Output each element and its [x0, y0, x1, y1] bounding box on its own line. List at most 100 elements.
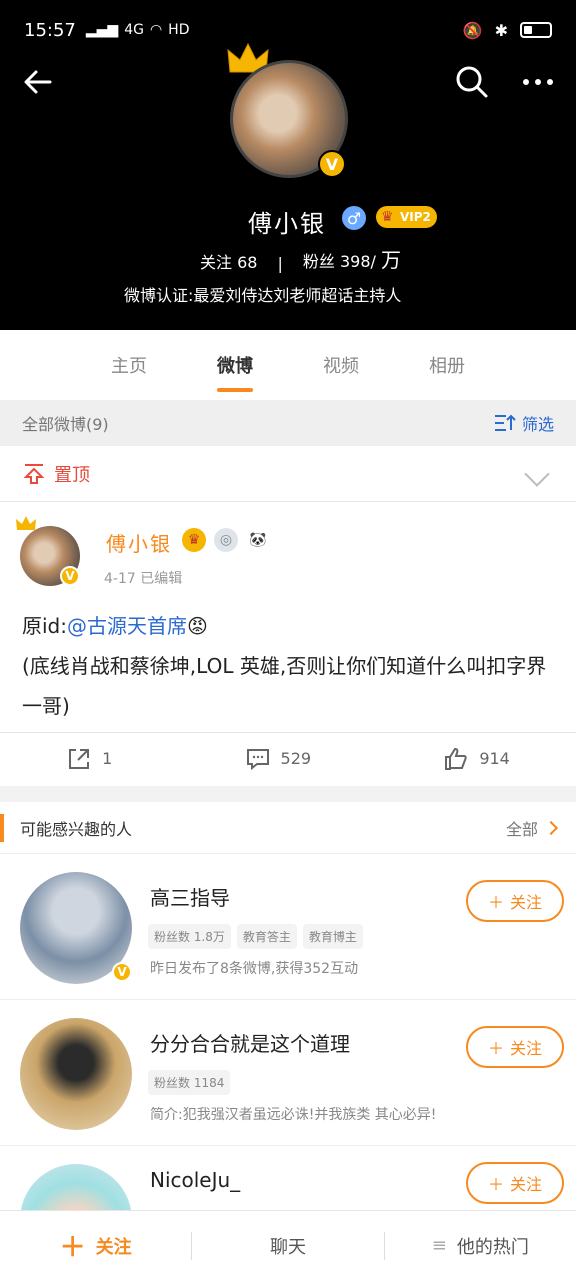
like-button[interactable]: 914 — [443, 746, 510, 772]
tab-video[interactable]: 视频 — [323, 352, 359, 378]
follow-main-button[interactable]: ＋ 关注 — [0, 1227, 191, 1264]
suggested-user[interactable]: NicoleJu_ ＋ 关注 — [0, 1146, 576, 1210]
user-name[interactable]: 高三指导 — [150, 882, 230, 911]
weibo-post: V 傅小银 ♛ ◎ 🐼 4-17 已编辑 原id:@古源天首席😡 (底线肖战和蔡… — [0, 502, 576, 786]
pinned-label: 置顶 — [54, 464, 90, 486]
suggested-user[interactable]: 分分合合就是这个道理 粉丝数 1184 简介:犯我强汉者虽远必诛!并我族类 其心… — [0, 1000, 576, 1146]
user-tags: 粉丝数 1184 — [148, 1070, 231, 1095]
suggested-user[interactable]: V 高三指导 粉丝数 1.8万 教育答主 教育博主 昨日发布了8条微博,获得35… — [0, 854, 576, 1000]
user-name[interactable]: 分分合合就是这个道理 — [150, 1028, 350, 1057]
post-content: 原id:@古源天首席😡 (底线肖战和蔡徐坤,LOL 英雄,否则让你们知道什么叫扣… — [22, 606, 558, 726]
mute-icon: 🔕 — [462, 20, 483, 40]
follow-button[interactable]: ＋ 关注 — [466, 1162, 564, 1204]
menu-lines-icon: ≡ — [431, 1235, 447, 1256]
chevron-right-icon — [543, 820, 559, 835]
user-desc: 昨日发布了8条微博,获得352互动 — [150, 961, 359, 977]
filter-button[interactable]: 筛选 — [494, 411, 554, 435]
status-right-icons: 🔕 ✱ — [463, 21, 552, 40]
fans-stat[interactable]: 粉丝 398/ 万 — [303, 244, 401, 273]
tab-weibo[interactable]: 微博 — [217, 352, 253, 392]
all-weibo-count: 全部微博(9) — [22, 415, 109, 434]
status-time: 15:57 — [24, 19, 76, 41]
angry-emoji-icon: 😡 — [187, 614, 208, 638]
pinned-row[interactable]: 置顶 — [0, 446, 576, 502]
status-bar: 15:57 ▂▄▆ 4G ◠ HD 🔕 ✱ — [24, 18, 552, 42]
filter-bar: 全部微博(9) 筛选 — [0, 400, 576, 446]
comment-count: 529 — [280, 749, 312, 768]
follow-main-label: 关注 — [95, 1236, 132, 1258]
post-text: (底线肖战和蔡徐坤,LOL 英雄,否则让你们知道什么叫扣字界一哥) — [22, 654, 547, 718]
plus-icon: ＋ — [487, 893, 504, 912]
like-count: 914 — [479, 749, 510, 768]
profile-tabs: 主页 微博 视频 相册 — [0, 330, 576, 400]
mention-link[interactable]: @古源天首席 — [67, 614, 187, 638]
fans-label: 粉丝 — [302, 252, 335, 271]
user-tag: 粉丝数 1184 — [148, 1070, 231, 1095]
certification-text: 微博认证:最爱刘侍达刘老师超话主持人 — [124, 286, 402, 305]
see-all-link[interactable]: 全部 — [506, 816, 559, 840]
gender-male-icon: ♂ — [342, 206, 366, 230]
panda-icon: 🐼 — [246, 528, 270, 552]
share-count: 1 — [102, 749, 113, 768]
profile-header: 15:57 ▂▄▆ 4G ◠ HD 🔕 ✱ V 傅小银 ♂ VIP2 关注 68… — [0, 0, 576, 330]
stats-divider: | — [277, 254, 283, 273]
fans-count: 398/ — [339, 252, 376, 271]
hot-label: 他的热门 — [456, 1236, 529, 1258]
chat-label: 聊天 — [269, 1236, 306, 1258]
user-tag: 教育博主 — [302, 924, 363, 949]
verified-badge-icon: V — [60, 566, 80, 586]
vip-crown-icon: ♛ — [182, 528, 206, 552]
follow-button[interactable]: ＋ 关注 — [466, 880, 564, 922]
user-avatar[interactable] — [20, 1164, 132, 1210]
share-icon — [69, 748, 90, 769]
verified-badge-icon: V — [318, 150, 346, 178]
tab-home[interactable]: 主页 — [111, 352, 147, 378]
post-prefix: 原id: — [22, 614, 67, 638]
post-author-name[interactable]: 傅小银 — [106, 528, 172, 557]
vip-badge[interactable]: VIP2 — [376, 206, 437, 228]
bluetooth-icon: ✱ — [494, 20, 508, 40]
user-tag: 粉丝数 1.8万 — [148, 924, 231, 949]
plus-icon: ＋ — [487, 1175, 504, 1194]
fans-unit: 万 — [381, 248, 401, 272]
post-actions: 1 529 914 — [0, 732, 576, 784]
wifi-icon: ◠ — [149, 22, 163, 38]
follow-button[interactable]: ＋ 关注 — [466, 1026, 564, 1068]
follow-label: 关注 — [510, 1039, 543, 1058]
pin-top-icon — [23, 463, 45, 484]
suggested-users: 可能感兴趣的人 全部 V 高三指导 粉丝数 1.8万 教育答主 教育博主 昨日发… — [0, 802, 576, 1210]
plus-icon: ＋ — [59, 1233, 86, 1263]
follow-label: 关注 — [510, 893, 543, 912]
user-avatar[interactable] — [20, 1018, 132, 1130]
follow-count: 68 — [237, 253, 258, 272]
follow-label: 关注 — [510, 1175, 543, 1194]
profile-stats: 关注 68 | 粉丝 398/ 万 — [200, 244, 401, 273]
post-badges: ♛ ◎ 🐼 — [182, 528, 270, 552]
medal-icon: ◎ — [214, 528, 238, 552]
share-button[interactable]: 1 — [66, 746, 112, 772]
hot-button[interactable]: ≡ 他的热门 — [385, 1233, 576, 1259]
crown-icon — [16, 516, 36, 530]
chevron-down-icon[interactable] — [524, 460, 550, 487]
more-icon[interactable] — [518, 62, 558, 102]
suggested-title: 可能感兴趣的人 — [20, 819, 133, 839]
user-name[interactable]: NicoleJu_ — [150, 1168, 240, 1192]
battery-icon — [520, 22, 552, 38]
back-arrow-icon[interactable] — [20, 62, 60, 102]
tab-album[interactable]: 相册 — [429, 352, 465, 378]
comment-icon — [246, 748, 269, 770]
suggested-header: 可能感兴趣的人 全部 — [0, 802, 576, 854]
signal-indicators: ▂▄▆ 4G ◠ HD — [86, 22, 190, 38]
user-tags: 粉丝数 1.8万 教育答主 教育博主 — [148, 924, 363, 949]
chat-button[interactable]: 聊天 — [192, 1233, 383, 1259]
hd-label: HD — [168, 22, 190, 38]
user-tag: 教育答主 — [236, 924, 297, 949]
search-icon[interactable] — [452, 62, 492, 102]
profile-name: 傅小银 — [248, 210, 326, 238]
plus-icon: ＋ — [487, 1039, 504, 1058]
filter-label: 筛选 — [521, 415, 554, 434]
follow-stat[interactable]: 关注 68 — [200, 249, 257, 273]
comment-button[interactable]: 529 — [245, 746, 312, 772]
follow-label: 关注 — [200, 253, 233, 272]
user-desc: 简介:犯我强汉者虽远必诛!并我族类 其心必异! — [150, 1107, 437, 1123]
